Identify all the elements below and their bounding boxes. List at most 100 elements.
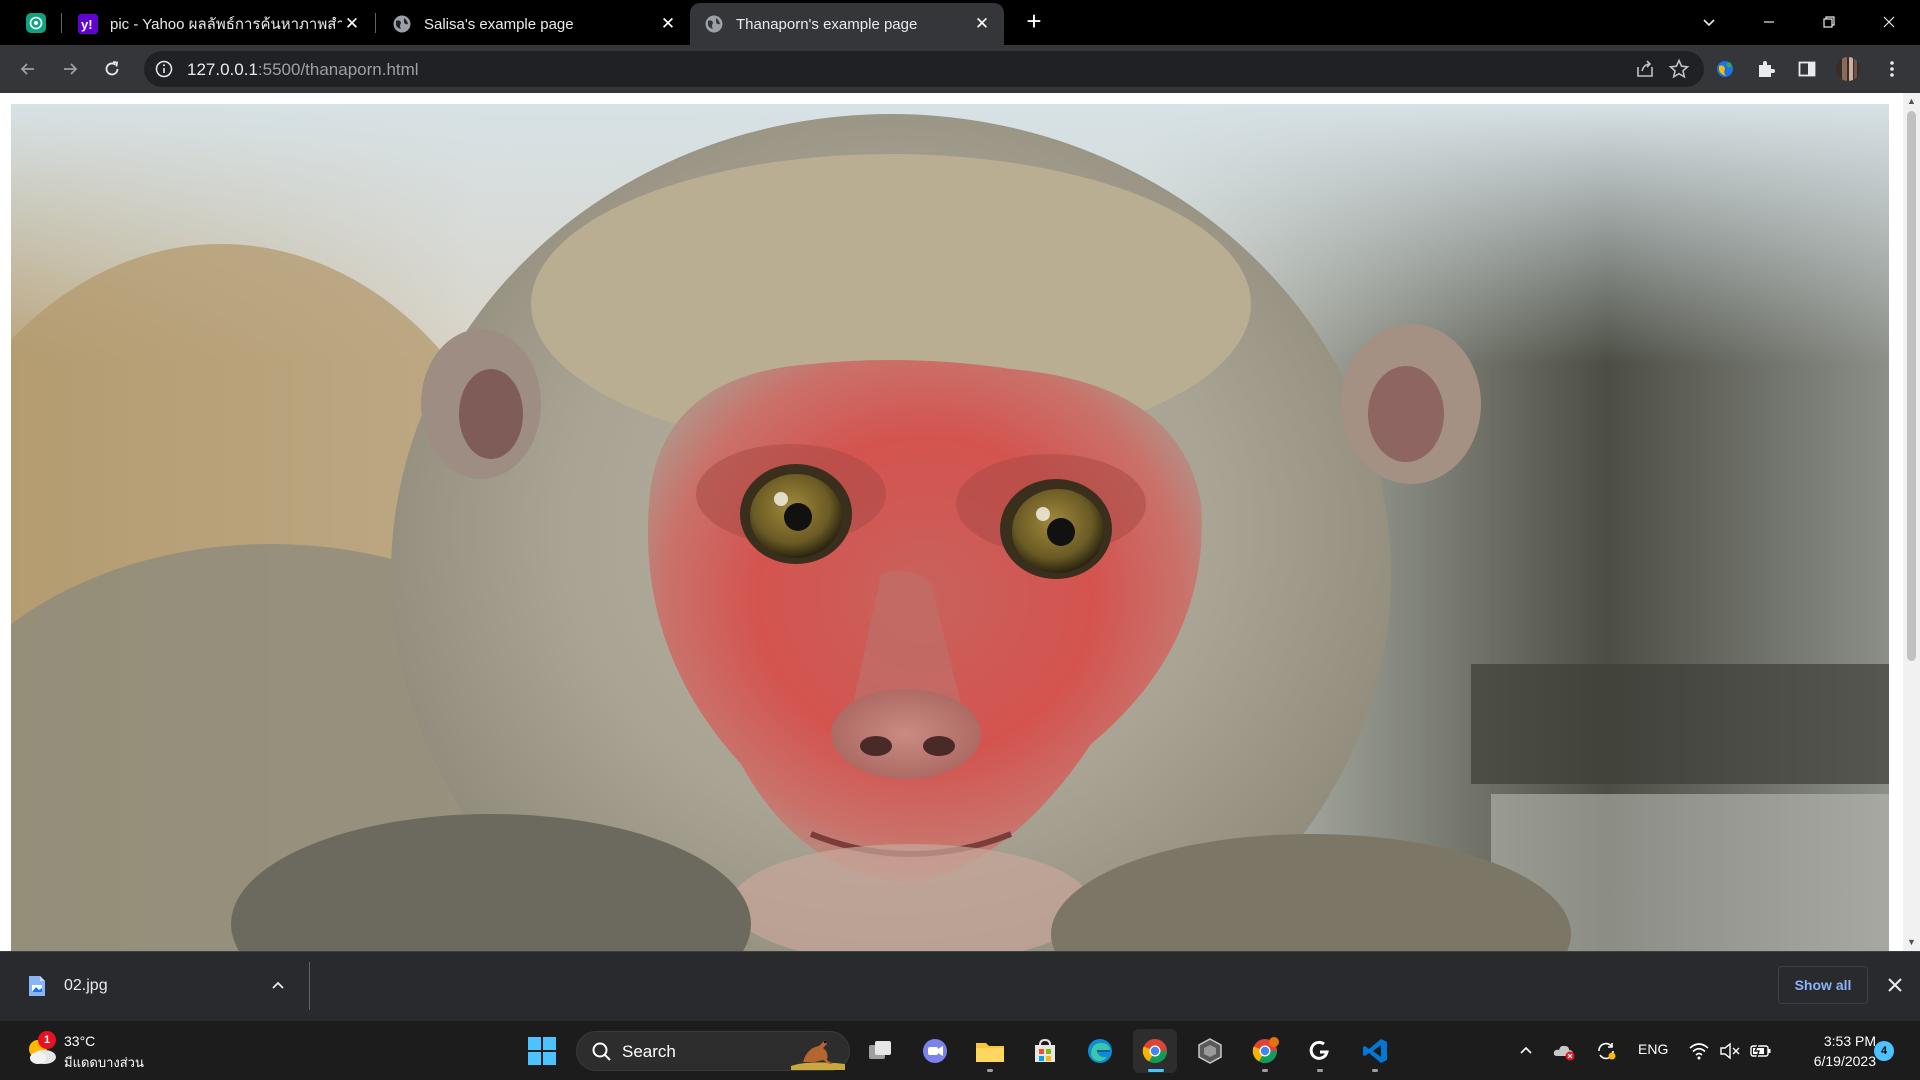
close-tab-icon[interactable]: ✕ [342,14,362,34]
wifi-tray[interactable] [1687,1039,1711,1063]
battery-tray[interactable] [1749,1039,1773,1063]
tab-title: Thanaporn's example page [736,15,918,33]
volume-tray[interactable] [1718,1039,1742,1063]
scroll-up-icon[interactable]: ▲ [1906,96,1917,107]
running-indicator [987,1069,993,1072]
tab-search-button[interactable] [1686,4,1732,40]
taskbar-search[interactable]: Search [576,1031,850,1071]
cloud-error-icon [1553,1045,1575,1061]
pinned-tab-chatgpt[interactable] [16,8,56,38]
tab-separator [61,13,62,33]
tab-salisa[interactable]: Salisa's example page ✕ [378,3,690,45]
close-tab-icon[interactable]: ✕ [658,14,678,34]
image-file-icon [29,976,45,996]
vertical-scrollbar[interactable]: ▲ ▼ [1903,93,1920,951]
tab-thanaporn[interactable]: Thanaporn's example page ✕ [690,3,1004,45]
url-path: :5500/thanaporn.html [257,60,419,79]
chrome-profile-button[interactable] [1243,1029,1287,1073]
extension-button[interactable] [1711,55,1739,83]
close-tab-icon[interactable]: ✕ [972,14,992,34]
edge-button[interactable] [1078,1029,1122,1073]
minimize-button[interactable] [1746,4,1792,40]
close-icon[interactable] [1884,974,1906,996]
sync-icon [1598,1042,1616,1060]
back-button[interactable] [14,55,42,83]
hexagon-app-icon [1198,1038,1222,1064]
monkey-image [11,104,1889,951]
chrome-icon [1252,1037,1279,1064]
notification-badge[interactable]: 4 [1874,1041,1894,1061]
arrow-left-icon [20,63,34,75]
microsoft-store-button[interactable] [1023,1029,1067,1073]
sync-tray[interactable] [1594,1039,1618,1063]
scrollbar-thumb[interactable] [1907,111,1916,661]
task-view-icon [869,1041,891,1059]
share-icon[interactable] [1634,58,1656,80]
tab-title: pic - Yahoo ผลลัพธ์การค้นหาภาพสำหร [110,16,342,33]
onedrive-tray[interactable] [1552,1039,1576,1063]
menu-button[interactable] [1878,55,1906,83]
extensions-button[interactable] [1752,55,1780,83]
show-hidden-icons-button[interactable] [1514,1039,1538,1063]
wifi-icon [1689,1043,1709,1060]
download-file-name: 02.jpg [64,977,108,994]
vscode-icon [1363,1039,1387,1063]
vpn-app-button[interactable] [1188,1029,1232,1073]
file-explorer-button[interactable] [968,1029,1012,1073]
vscode-button[interactable] [1353,1029,1397,1073]
logitech-ghub-button[interactable] [1298,1029,1342,1073]
avatar [1836,57,1860,81]
side-panel-icon [1798,61,1816,77]
tab-title: Salisa's example page [424,15,574,33]
speaker-muted-icon [1720,1042,1740,1060]
globe-icon [393,15,411,33]
arrow-right-icon [64,63,78,75]
weather-condition: มีแดดบางส่วน [64,1055,144,1070]
forward-button[interactable] [56,55,84,83]
task-view-button[interactable] [858,1029,902,1073]
address-bar[interactable]: 127.0.0.1:5500/thanaporn.html [144,51,1704,87]
search-label: Search [622,1042,676,1061]
clock-time: 3:53 PM [1823,1033,1876,1049]
chrome-button-active[interactable] [1133,1029,1177,1073]
new-tab-button[interactable]: + [1021,8,1047,35]
restore-icon [1823,16,1835,28]
chevron-up-icon[interactable] [268,976,288,996]
running-indicator [1317,1069,1323,1072]
close-window-button[interactable] [1866,4,1912,40]
store-icon [1035,1038,1055,1062]
side-panel-button[interactable] [1793,55,1821,83]
info-icon[interactable] [154,59,174,79]
bookmark-star-icon[interactable] [1668,58,1690,80]
edge-icon [1088,1039,1112,1063]
weather-widget[interactable]: 1 33°C มีแดดบางส่วน [20,1029,160,1073]
show-all-button[interactable]: Show all [1778,966,1868,1004]
download-item[interactable]: 02.jpg [20,962,310,1010]
weather-alert-badge: 1 [38,1031,56,1049]
page-viewport: ▲ ▼ [0,93,1920,951]
globe-icon [705,15,723,33]
chrome-icon [1142,1039,1167,1064]
search-icon [592,1042,611,1061]
system-clock[interactable]: 3:53 PM 6/19/2023 [1786,1031,1876,1071]
restore-button[interactable] [1806,4,1852,40]
running-indicator [1262,1069,1268,1072]
reload-button[interactable] [98,55,126,83]
logitech-icon [1309,1040,1329,1060]
running-indicator [1372,1069,1378,1072]
extension-globe-icon [1717,61,1733,77]
tab-yahoo[interactable]: y! pic - Yahoo ผลลัพธ์การค้นหาภาพสำหร ✕ [64,3,374,45]
kebab-menu-icon [1890,61,1894,77]
chevron-down-icon [1703,19,1715,27]
url-text[interactable]: 127.0.0.1:5500/thanaporn.html [187,60,419,80]
puzzle-icon [1759,61,1775,77]
browser-toolbar: 127.0.0.1:5500/thanaporn.html [0,45,1920,93]
start-button[interactable] [520,1029,564,1073]
input-language[interactable]: ENG [1638,1041,1668,1057]
minimize-icon [1764,21,1774,23]
profile-button[interactable] [1834,55,1862,83]
scroll-down-icon[interactable]: ▼ [1906,937,1917,948]
monkey-photo [11,104,1889,951]
active-indicator [1148,1069,1164,1072]
teams-chat-button[interactable] [913,1029,957,1073]
